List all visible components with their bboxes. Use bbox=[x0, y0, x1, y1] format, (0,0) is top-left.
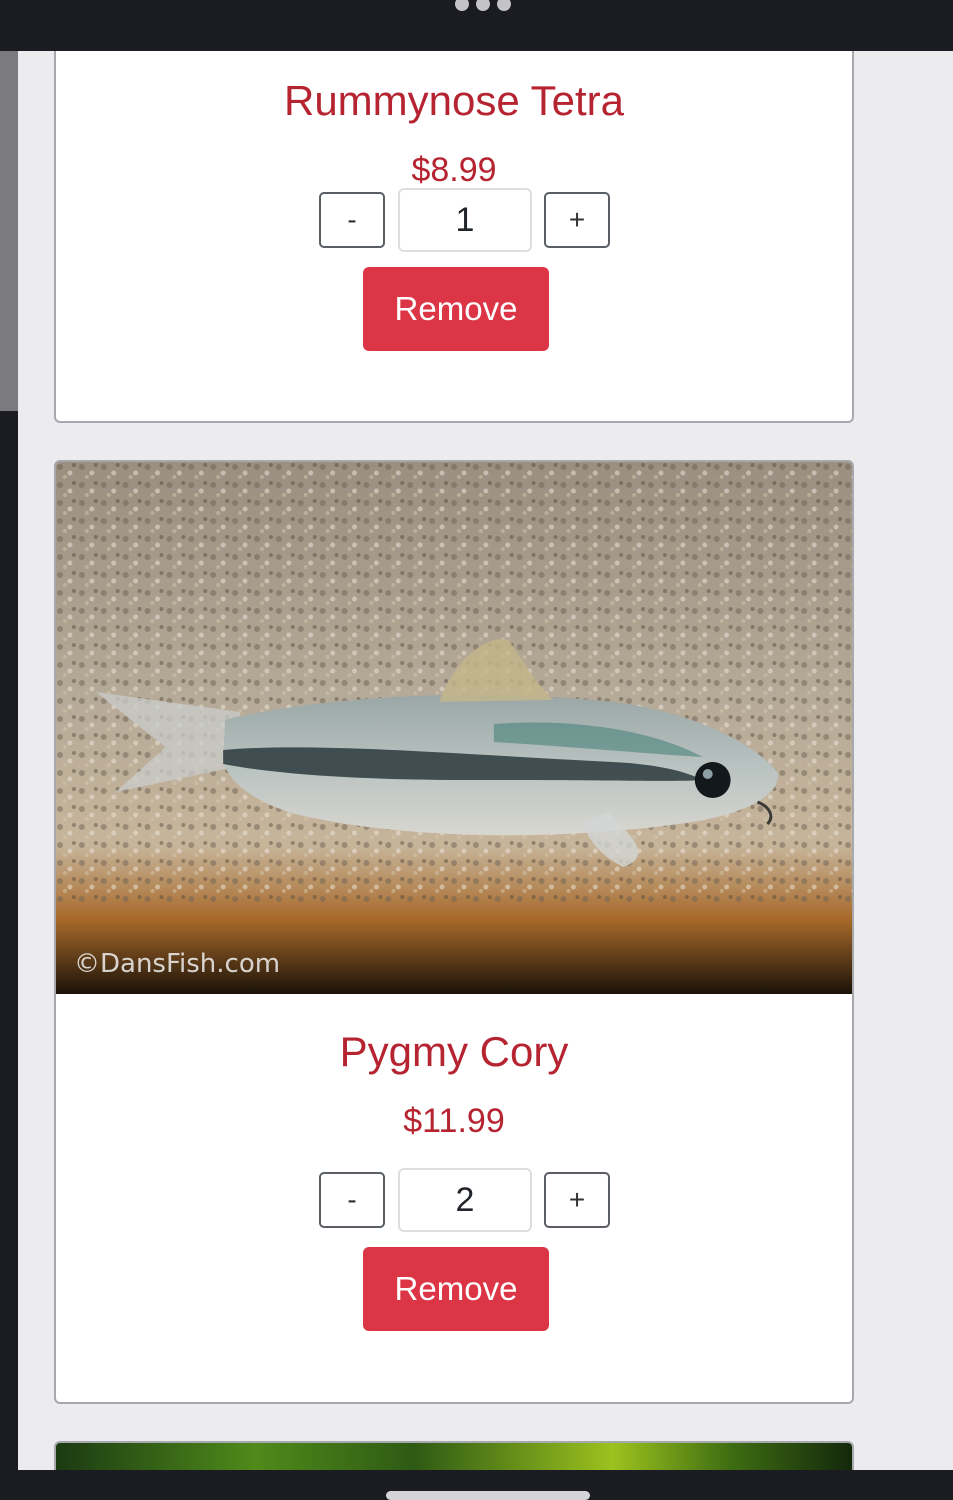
quantity-input[interactable] bbox=[398, 1168, 532, 1232]
product-image bbox=[56, 1443, 852, 1470]
dot bbox=[497, 0, 511, 11]
cart-item-card: ©DansFish.com Pygmy Cory $11.99 - + Remo… bbox=[54, 460, 854, 1404]
item-price: $11.99 bbox=[403, 1102, 505, 1140]
increase-quantity-button[interactable]: + bbox=[544, 192, 610, 248]
cart-item-card bbox=[54, 1441, 854, 1470]
quantity-input[interactable] bbox=[398, 188, 532, 252]
item-title: Rummynose Tetra bbox=[283, 77, 625, 124]
quantity-stepper: - + bbox=[56, 188, 852, 252]
item-price: $8.99 bbox=[411, 151, 497, 189]
product-image bbox=[56, 462, 852, 994]
decrease-quantity-button[interactable]: - bbox=[319, 1172, 385, 1228]
cart-list: Rummynose Tetra $8.99 - + Remove bbox=[18, 51, 953, 1470]
more-options-icon[interactable] bbox=[455, 0, 511, 14]
scrollbar-thumb[interactable] bbox=[0, 51, 18, 411]
quantity-stepper: - + bbox=[56, 1168, 852, 1232]
remove-button[interactable]: Remove bbox=[363, 1247, 549, 1331]
dot bbox=[476, 0, 490, 11]
home-indicator[interactable] bbox=[386, 1491, 590, 1500]
item-title: Pygmy Cory bbox=[339, 1028, 569, 1075]
remove-button[interactable]: Remove bbox=[363, 267, 549, 351]
image-watermark: ©DansFish.com bbox=[74, 949, 281, 979]
increase-quantity-button[interactable]: + bbox=[544, 1172, 610, 1228]
cart-item-card: Rummynose Tetra $8.99 - + Remove bbox=[54, 51, 854, 423]
decrease-quantity-button[interactable]: - bbox=[319, 192, 385, 248]
browser-top-bar bbox=[0, 0, 953, 51]
dot bbox=[455, 0, 469, 11]
